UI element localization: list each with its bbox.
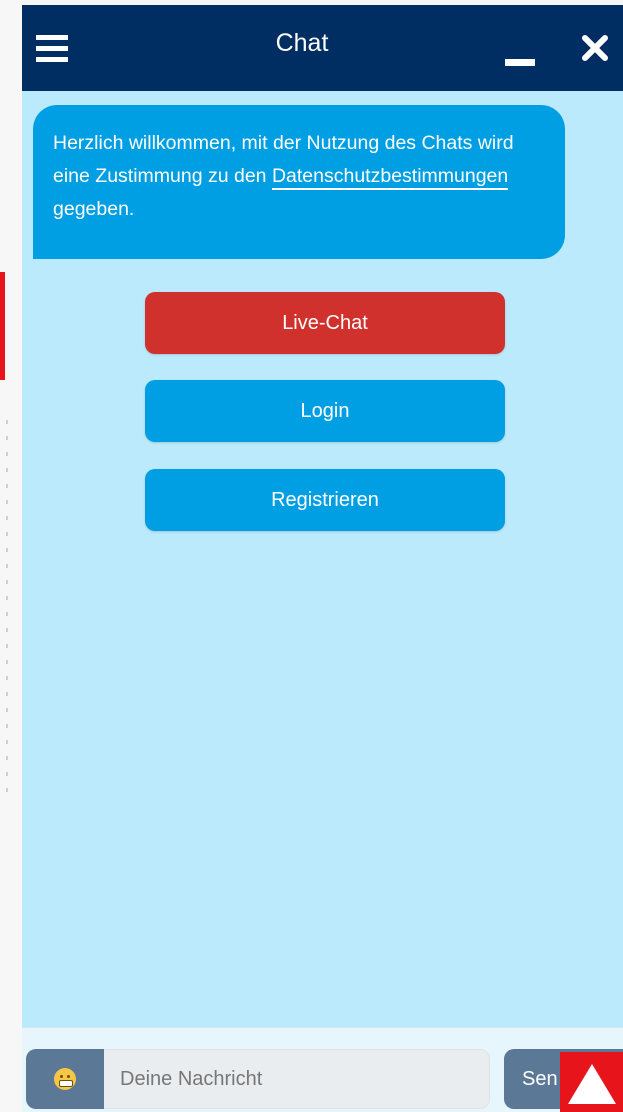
minimize-icon[interactable] <box>502 35 538 66</box>
chat-widget: Chat Herzlich willkommen, mit der Nutzun… <box>22 5 623 1112</box>
message-input[interactable] <box>104 1049 490 1109</box>
chat-header: Chat <box>22 5 623 91</box>
welcome-text-after: gegeben. <box>53 198 135 220</box>
page: Chat Herzlich willkommen, mit der Nutzun… <box>0 0 623 1112</box>
scroll-to-top-button[interactable] <box>560 1052 623 1112</box>
login-button[interactable]: Login <box>145 380 505 442</box>
hamburger-menu-icon[interactable] <box>36 35 70 65</box>
privacy-policy-link[interactable]: Datenschutzbestimmungen <box>271 165 509 190</box>
background-red-marker <box>0 272 5 380</box>
message-composer: Sen <box>22 1027 623 1112</box>
live-chat-button[interactable]: Live-Chat <box>145 292 505 354</box>
emoji-button[interactable] <box>26 1049 104 1109</box>
close-icon[interactable] <box>580 33 616 69</box>
welcome-message-bubble: Herzlich willkommen, mit der Nutzung des… <box>33 105 565 259</box>
background-page-strip <box>0 0 22 1112</box>
chat-title: Chat <box>275 29 329 57</box>
grinning-face-icon <box>54 1068 76 1090</box>
triangle-up-icon <box>568 1064 616 1104</box>
background-dotted-line <box>6 420 8 800</box>
register-button[interactable]: Registrieren <box>145 469 505 531</box>
